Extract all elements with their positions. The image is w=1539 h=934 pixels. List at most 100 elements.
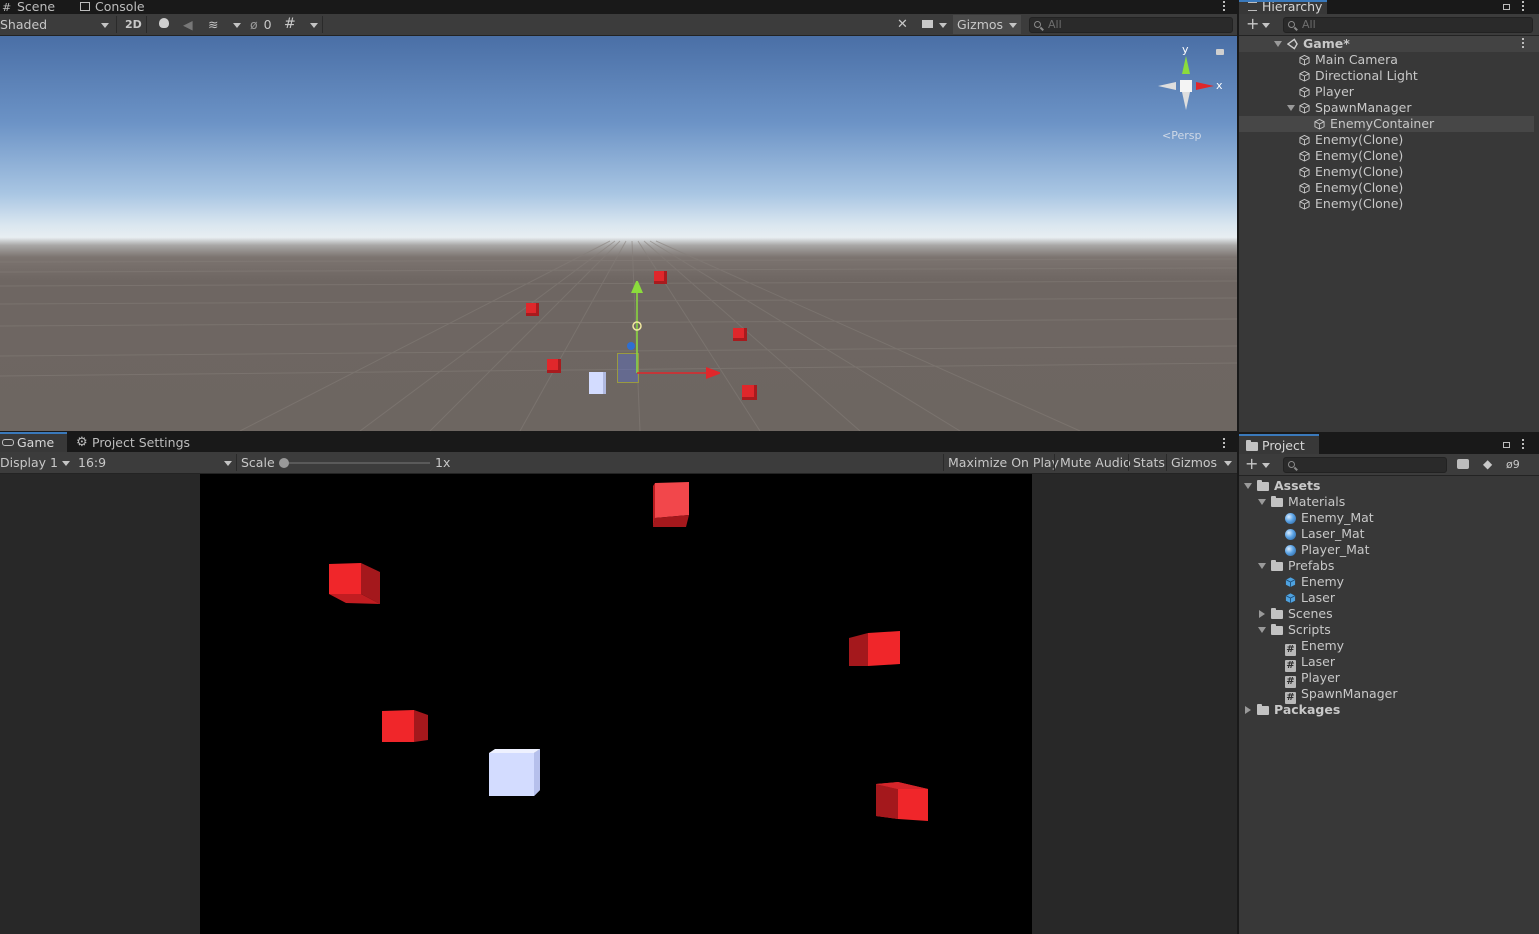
asset-script[interactable]: # Enemy xyxy=(1239,638,1344,656)
hierarchy-item[interactable]: Directional Light xyxy=(1239,68,1418,84)
gamepad-icon xyxy=(2,439,14,446)
asset-material[interactable]: Enemy_Mat xyxy=(1239,510,1374,526)
scene-enemy-cube[interactable] xyxy=(526,303,539,316)
tab-console[interactable]: Console xyxy=(74,0,151,14)
lock-icon[interactable] xyxy=(1503,4,1510,10)
project-search-input[interactable] xyxy=(1283,457,1447,473)
hierarchy-item[interactable]: Enemy(Clone) xyxy=(1239,148,1403,164)
search-by-type-icon[interactable] xyxy=(1457,459,1469,469)
folder-prefabs[interactable]: Prefabs xyxy=(1239,558,1334,574)
maximize-on-play-button[interactable]: Maximize On Play xyxy=(948,453,1059,472)
camera-icon[interactable] xyxy=(922,20,933,28)
scene-search-input[interactable]: All xyxy=(1029,17,1233,33)
game-menu-icon[interactable] xyxy=(1223,438,1226,450)
hierarchy-scene-root[interactable]: Game* xyxy=(1239,36,1539,52)
gizmos-dropdown-icon[interactable] xyxy=(1224,461,1232,466)
scene-options-icon[interactable] xyxy=(1522,38,1525,50)
hierarchy-item[interactable]: Enemy(Clone) xyxy=(1239,180,1403,196)
shading-mode-dropdown[interactable]: Shaded xyxy=(0,15,112,34)
expand-arrow-icon[interactable] xyxy=(1274,41,1282,47)
game-viewport[interactable] xyxy=(200,474,1032,934)
add-object-button[interactable]: + xyxy=(1246,15,1259,34)
collapse-arrow-icon[interactable] xyxy=(1259,610,1265,618)
scene-enemy-cube[interactable] xyxy=(742,385,757,400)
create-asset-button[interactable]: + xyxy=(1245,455,1258,474)
tab-hierarchy[interactable]: Hierarchy xyxy=(1239,0,1327,14)
tab-project-settings[interactable]: ⚙ Project Settings xyxy=(74,432,196,452)
folder-icon xyxy=(1271,624,1283,635)
asset-material[interactable]: Player_Mat xyxy=(1239,542,1370,558)
hierarchy-menu-icon[interactable] xyxy=(1522,1,1525,13)
scene-enemy-cube[interactable] xyxy=(547,359,561,373)
hierarchy-item[interactable]: SpawnManager xyxy=(1239,100,1411,116)
scene-enemy-cube[interactable] xyxy=(733,328,747,341)
folder-icon xyxy=(1257,480,1269,491)
folder-scripts[interactable]: Scripts xyxy=(1239,622,1331,638)
material-icon xyxy=(1285,529,1296,540)
expand-arrow-icon[interactable] xyxy=(1258,499,1266,505)
lock-icon[interactable] xyxy=(1216,49,1224,55)
expand-arrow-icon[interactable] xyxy=(1244,483,1252,489)
search-icon xyxy=(1288,21,1295,28)
asset-prefab[interactable]: Laser xyxy=(1239,590,1335,606)
mute-audio-button[interactable]: Mute Audio xyxy=(1060,453,1131,472)
chevron-down-icon[interactable] xyxy=(1262,23,1270,28)
hierarchy-item-selected[interactable]: EnemyContainer xyxy=(1239,116,1534,132)
hidden-packages-button[interactable]: ø9 xyxy=(1506,455,1520,474)
hierarchy-item[interactable]: Main Camera xyxy=(1239,52,1398,68)
hierarchy-toolbar: + All xyxy=(1239,14,1539,36)
tools-icon[interactable]: ✕ xyxy=(897,15,908,34)
grid-toggle-icon[interactable]: # xyxy=(284,15,296,34)
search-by-label-icon[interactable]: ◆ xyxy=(1483,455,1492,474)
asset-script[interactable]: # Laser xyxy=(1239,654,1335,672)
chevron-down-icon[interactable] xyxy=(1262,463,1270,468)
scale-slider-handle[interactable] xyxy=(279,458,289,468)
expand-arrow-icon[interactable] xyxy=(1287,105,1295,111)
tab-project[interactable]: Project xyxy=(1239,434,1319,454)
move-gizmo[interactable] xyxy=(600,281,720,381)
display-dropdown[interactable]: Display 1 xyxy=(0,453,72,472)
expand-arrow-icon[interactable] xyxy=(1258,627,1266,633)
chevron-down-icon xyxy=(101,23,109,28)
hierarchy-item[interactable]: Enemy(Clone) xyxy=(1239,132,1403,148)
effects-dropdown-icon[interactable] xyxy=(233,23,241,28)
effects-toggle-icon[interactable]: ≋ xyxy=(208,15,218,34)
lighting-toggle-icon[interactable] xyxy=(159,18,169,28)
scene-viewport[interactable]: y x <Persp xyxy=(0,36,1237,431)
folder-scenes[interactable]: Scenes xyxy=(1239,606,1333,622)
scene-menu-icon[interactable] xyxy=(1223,1,1226,13)
audio-toggle-icon[interactable]: ◀︎ xyxy=(183,15,193,34)
hierarchy-item[interactable]: Enemy(Clone) xyxy=(1239,196,1403,212)
asset-prefab[interactable]: Enemy xyxy=(1239,574,1344,590)
folder-materials[interactable]: Materials xyxy=(1239,494,1345,510)
camera-dropdown-icon[interactable] xyxy=(939,23,947,28)
stats-button[interactable]: Stats xyxy=(1133,453,1165,472)
hierarchy-search-input[interactable]: All xyxy=(1283,17,1533,33)
asset-script[interactable]: # Player xyxy=(1239,670,1340,688)
list-icon xyxy=(1248,2,1257,11)
folder-assets[interactable]: Assets xyxy=(1239,478,1320,494)
asset-script[interactable]: # SpawnManager xyxy=(1239,686,1397,704)
game-tabbar: Game ⚙ Project Settings xyxy=(0,432,1237,452)
scale-slider-track[interactable] xyxy=(284,462,430,464)
aspect-dropdown[interactable]: 16:9 xyxy=(78,453,234,472)
hidden-objects-button[interactable]: ø 0 xyxy=(250,15,272,34)
grid-icon: # xyxy=(2,1,12,14)
scale-label: Scale xyxy=(241,455,275,470)
asset-material[interactable]: Laser_Mat xyxy=(1239,526,1365,542)
tab-scene[interactable]: # Scene xyxy=(0,0,61,14)
collapse-arrow-icon[interactable] xyxy=(1245,706,1251,714)
tab-game[interactable]: Game xyxy=(0,432,67,452)
hierarchy-item[interactable]: Enemy(Clone) xyxy=(1239,164,1403,180)
expand-arrow-icon[interactable] xyxy=(1258,563,1266,569)
toggle-2d-button[interactable]: 2D xyxy=(125,15,142,34)
folder-packages[interactable]: Packages xyxy=(1239,702,1340,718)
gizmos-dropdown[interactable]: Gizmos xyxy=(953,15,1021,34)
persp-toggle[interactable]: <Persp xyxy=(1162,129,1201,142)
project-menu-icon[interactable] xyxy=(1522,439,1525,451)
game-gizmos-button[interactable]: Gizmos xyxy=(1171,453,1217,472)
grid-dropdown-icon[interactable] xyxy=(310,23,318,28)
lock-icon[interactable] xyxy=(1503,442,1510,448)
folder-icon xyxy=(1271,608,1283,619)
hierarchy-item[interactable]: Player xyxy=(1239,84,1354,100)
